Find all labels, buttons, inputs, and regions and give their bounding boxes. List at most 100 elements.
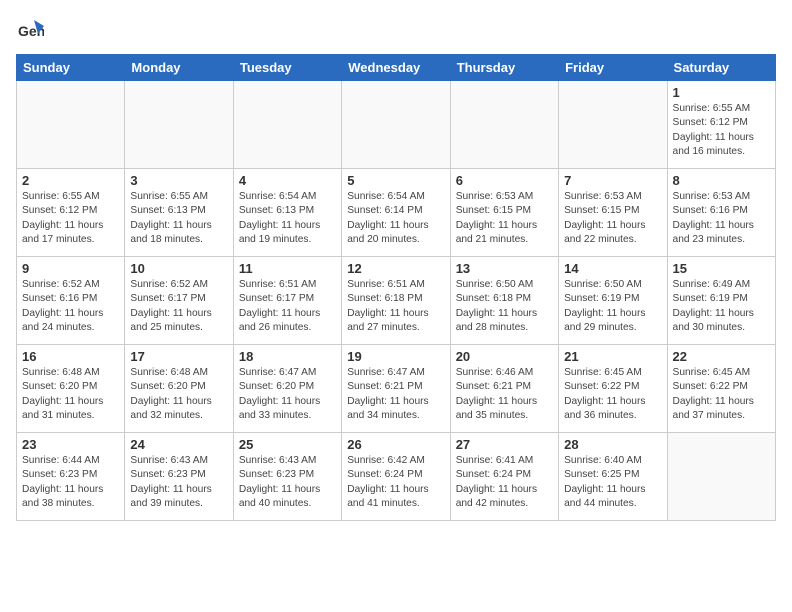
day-info: Sunrise: 6:52 AM Sunset: 6:17 PM Dayligh… xyxy=(130,278,227,335)
day-info: Sunrise: 6:50 AM Sunset: 6:19 PM Dayligh… xyxy=(564,278,661,335)
weekday-header-sunday: Sunday xyxy=(17,55,125,81)
calendar-cell xyxy=(559,81,667,169)
weekday-header-monday: Monday xyxy=(125,55,233,81)
day-info: Sunrise: 6:43 AM Sunset: 6:23 PM Dayligh… xyxy=(130,454,227,511)
day-info: Sunrise: 6:43 AM Sunset: 6:23 PM Dayligh… xyxy=(239,454,336,511)
calendar-table: SundayMondayTuesdayWednesdayThursdayFrid… xyxy=(16,54,776,521)
day-info: Sunrise: 6:54 AM Sunset: 6:13 PM Dayligh… xyxy=(239,190,336,247)
day-number: 8 xyxy=(673,173,770,188)
weekday-header-tuesday: Tuesday xyxy=(233,55,341,81)
day-number: 19 xyxy=(347,349,444,364)
calendar-cell: 22 Sunrise: 6:45 AM Sunset: 6:22 PM Dayli… xyxy=(667,345,775,433)
day-info: Sunrise: 6:51 AM Sunset: 6:18 PM Dayligh… xyxy=(347,278,444,335)
calendar-cell: 6 Sunrise: 6:53 AM Sunset: 6:15 PM Daylig… xyxy=(450,169,558,257)
calendar-cell: 8 Sunrise: 6:53 AM Sunset: 6:16 PM Daylig… xyxy=(667,169,775,257)
day-number: 20 xyxy=(456,349,553,364)
day-info: Sunrise: 6:55 AM Sunset: 6:12 PM Dayligh… xyxy=(22,190,119,247)
calendar-cell: 3 Sunrise: 6:55 AM Sunset: 6:13 PM Daylig… xyxy=(125,169,233,257)
day-number: 10 xyxy=(130,261,227,276)
logo-icon: Gen xyxy=(16,16,44,44)
day-info: Sunrise: 6:53 AM Sunset: 6:15 PM Dayligh… xyxy=(456,190,553,247)
day-number: 9 xyxy=(22,261,119,276)
day-number: 11 xyxy=(239,261,336,276)
calendar-cell xyxy=(17,81,125,169)
week-row-1: 2 Sunrise: 6:55 AM Sunset: 6:12 PM Daylig… xyxy=(17,169,776,257)
day-info: Sunrise: 6:49 AM Sunset: 6:19 PM Dayligh… xyxy=(673,278,770,335)
day-number: 13 xyxy=(456,261,553,276)
day-number: 7 xyxy=(564,173,661,188)
calendar-cell xyxy=(667,433,775,521)
weekday-header-saturday: Saturday xyxy=(667,55,775,81)
day-number: 17 xyxy=(130,349,227,364)
day-number: 18 xyxy=(239,349,336,364)
day-number: 14 xyxy=(564,261,661,276)
day-info: Sunrise: 6:54 AM Sunset: 6:14 PM Dayligh… xyxy=(347,190,444,247)
day-info: Sunrise: 6:53 AM Sunset: 6:16 PM Dayligh… xyxy=(673,190,770,247)
week-row-3: 16Sunrise: 6:48 AM Sunset: 6:20 PM Dayli… xyxy=(17,345,776,433)
calendar-cell: 20 Sunrise: 6:46 AM Sunset: 6:21 PM Dayli… xyxy=(450,345,558,433)
calendar-cell xyxy=(450,81,558,169)
day-number: 23 xyxy=(22,437,119,452)
calendar-cell: 7 Sunrise: 6:53 AM Sunset: 6:15 PM Daylig… xyxy=(559,169,667,257)
day-info: Sunrise: 6:44 AM Sunset: 6:23 PM Dayligh… xyxy=(22,454,119,511)
calendar-cell: 21 Sunrise: 6:45 AM Sunset: 6:22 PM Dayli… xyxy=(559,345,667,433)
day-info: Sunrise: 6:53 AM Sunset: 6:15 PM Dayligh… xyxy=(564,190,661,247)
day-number: 28 xyxy=(564,437,661,452)
day-info: Sunrise: 6:42 AM Sunset: 6:24 PM Dayligh… xyxy=(347,454,444,511)
calendar-cell: 18 Sunrise: 6:47 AM Sunset: 6:20 PM Dayli… xyxy=(233,345,341,433)
day-number: 25 xyxy=(239,437,336,452)
day-info: Sunrise: 6:46 AM Sunset: 6:21 PM Dayligh… xyxy=(456,366,553,423)
week-row-4: 23 Sunrise: 6:44 AM Sunset: 6:23 PM Dayli… xyxy=(17,433,776,521)
weekday-header-wednesday: Wednesday xyxy=(342,55,450,81)
day-number: 5 xyxy=(347,173,444,188)
day-number: 1 xyxy=(673,85,770,100)
week-row-2: 9 Sunrise: 6:52 AM Sunset: 6:16 PM Daylig… xyxy=(17,257,776,345)
day-info: Sunrise: 6:47 AM Sunset: 6:21 PM Dayligh… xyxy=(347,366,444,423)
calendar-cell: 10 Sunrise: 6:52 AM Sunset: 6:17 PM Dayli… xyxy=(125,257,233,345)
day-info: Sunrise: 6:45 AM Sunset: 6:22 PM Dayligh… xyxy=(673,366,770,423)
day-info: Sunrise: 6:50 AM Sunset: 6:18 PM Dayligh… xyxy=(456,278,553,335)
page-header: Gen xyxy=(16,16,776,44)
day-info: Sunrise: 6:45 AM Sunset: 6:22 PM Dayligh… xyxy=(564,366,661,423)
calendar-cell: 5 Sunrise: 6:54 AM Sunset: 6:14 PM Daylig… xyxy=(342,169,450,257)
calendar-cell: 28 Sunrise: 6:40 AM Sunset: 6:25 PM Dayli… xyxy=(559,433,667,521)
calendar-cell xyxy=(233,81,341,169)
day-info: Sunrise: 6:47 AM Sunset: 6:20 PM Dayligh… xyxy=(239,366,336,423)
calendar-cell xyxy=(125,81,233,169)
calendar-cell: 13 Sunrise: 6:50 AM Sunset: 6:18 PM Dayli… xyxy=(450,257,558,345)
calendar-cell: 2 Sunrise: 6:55 AM Sunset: 6:12 PM Daylig… xyxy=(17,169,125,257)
day-info: Sunrise: 6:41 AM Sunset: 6:24 PM Dayligh… xyxy=(456,454,553,511)
day-info: Sunrise: 6:55 AM Sunset: 6:13 PM Dayligh… xyxy=(130,190,227,247)
day-info: Sunrise: 6:52 AM Sunset: 6:16 PM Dayligh… xyxy=(22,278,119,335)
day-info: Sunrise: 6:40 AM Sunset: 6:25 PM Dayligh… xyxy=(564,454,661,511)
calendar-cell xyxy=(342,81,450,169)
day-number: 12 xyxy=(347,261,444,276)
calendar-cell: 26 Sunrise: 6:42 AM Sunset: 6:24 PM Dayli… xyxy=(342,433,450,521)
day-number: 21 xyxy=(564,349,661,364)
day-number: 26 xyxy=(347,437,444,452)
calendar-cell: 14 Sunrise: 6:50 AM Sunset: 6:19 PM Dayli… xyxy=(559,257,667,345)
calendar-cell: 23 Sunrise: 6:44 AM Sunset: 6:23 PM Dayli… xyxy=(17,433,125,521)
day-number: 15 xyxy=(673,261,770,276)
day-number: 24 xyxy=(130,437,227,452)
calendar-cell: 24 Sunrise: 6:43 AM Sunset: 6:23 PM Dayli… xyxy=(125,433,233,521)
weekday-header-friday: Friday xyxy=(559,55,667,81)
week-row-0: 1Sunrise: 6:55 AM Sunset: 6:12 PM Daylig… xyxy=(17,81,776,169)
day-number: 22 xyxy=(673,349,770,364)
logo: Gen xyxy=(16,16,48,44)
calendar-cell: 12 Sunrise: 6:51 AM Sunset: 6:18 PM Dayli… xyxy=(342,257,450,345)
calendar-cell: 15 Sunrise: 6:49 AM Sunset: 6:19 PM Dayli… xyxy=(667,257,775,345)
day-info: Sunrise: 6:48 AM Sunset: 6:20 PM Dayligh… xyxy=(22,366,119,423)
day-number: 6 xyxy=(456,173,553,188)
day-info: Sunrise: 6:48 AM Sunset: 6:20 PM Dayligh… xyxy=(130,366,227,423)
calendar-cell: 27 Sunrise: 6:41 AM Sunset: 6:24 PM Dayli… xyxy=(450,433,558,521)
day-number: 2 xyxy=(22,173,119,188)
calendar-cell: 25 Sunrise: 6:43 AM Sunset: 6:23 PM Dayli… xyxy=(233,433,341,521)
weekday-header-thursday: Thursday xyxy=(450,55,558,81)
day-number: 3 xyxy=(130,173,227,188)
day-info: Sunrise: 6:51 AM Sunset: 6:17 PM Dayligh… xyxy=(239,278,336,335)
calendar-cell: 16Sunrise: 6:48 AM Sunset: 6:20 PM Dayli… xyxy=(17,345,125,433)
weekday-header-row: SundayMondayTuesdayWednesdayThursdayFrid… xyxy=(17,55,776,81)
calendar-cell: 9 Sunrise: 6:52 AM Sunset: 6:16 PM Daylig… xyxy=(17,257,125,345)
day-number: 27 xyxy=(456,437,553,452)
